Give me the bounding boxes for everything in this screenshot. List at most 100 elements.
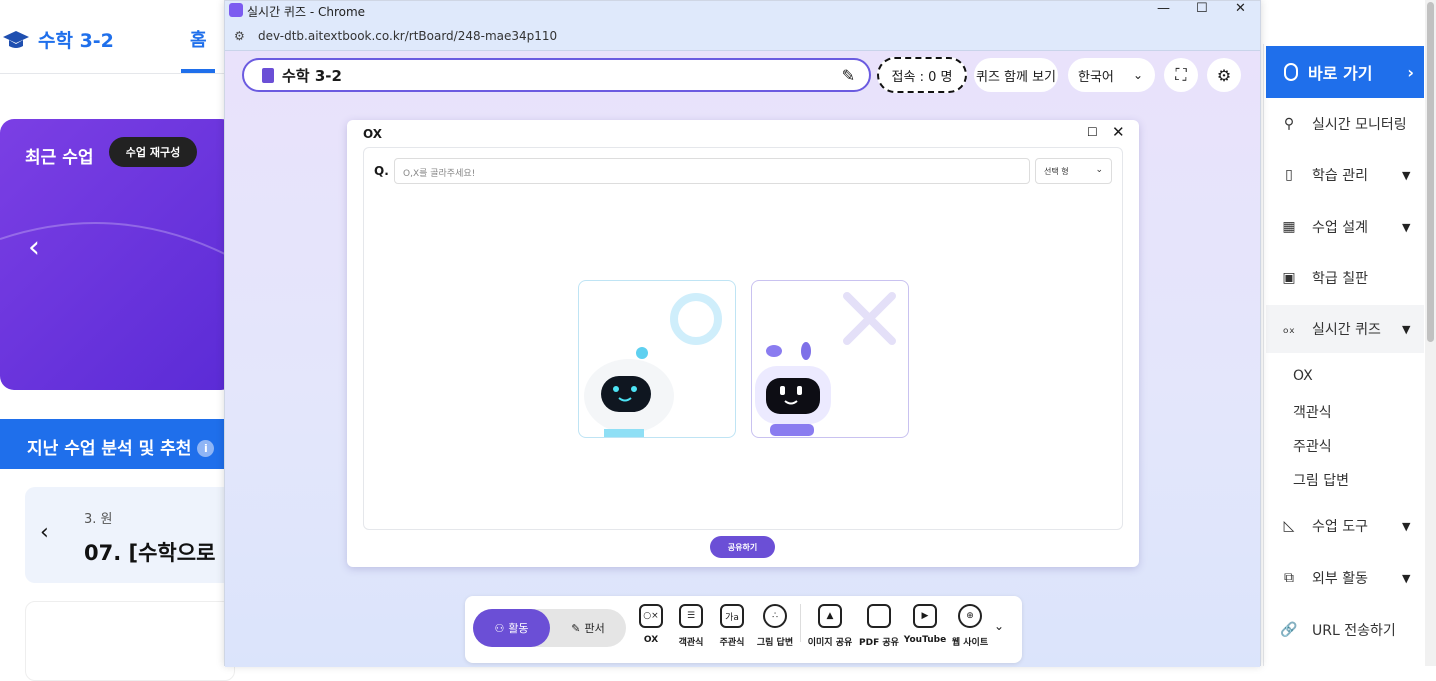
- caret-down-icon: ▼: [1402, 322, 1411, 336]
- person-icon: ⚲: [1283, 116, 1295, 132]
- language-select[interactable]: 한국어 ⌄: [1068, 58, 1155, 92]
- scrollbar-thumb[interactable]: [1427, 2, 1434, 342]
- close-icon[interactable]: ✕: [1235, 1, 1246, 16]
- sidebar-item-label: 실시간 퀴즈: [1312, 322, 1381, 338]
- activity-label: 활동: [508, 622, 529, 635]
- checklist-icon: ☰: [679, 604, 703, 628]
- sidebar-subitem-subjective[interactable]: 주관식: [1293, 436, 1332, 456]
- palette-icon: ∴: [763, 604, 787, 628]
- address-bar[interactable]: dev-dtb.aitextbook.co.kr/rtBoard/248-mae…: [225, 21, 1260, 51]
- lesson-card[interactable]: [25, 487, 235, 583]
- app-icon: [229, 3, 243, 17]
- tab-home[interactable]: 홈: [190, 26, 207, 52]
- sidebar-item-monitoring[interactable]: ⚲ 실시간 모니터링: [1280, 114, 1407, 134]
- tool-youtube[interactable]: ▶ YouTube: [902, 604, 948, 645]
- lesson-title: 07. [수학으로 단: [84, 541, 243, 565]
- globe-icon: ⊕: [958, 604, 982, 628]
- ox-icon: ○×: [639, 604, 663, 628]
- fullscreen-icon[interactable]: ⛶: [1164, 58, 1198, 92]
- title-bar[interactable]: 실시간 퀴즈 - Chrome — ☐ ✕: [225, 1, 1260, 21]
- ruler-icon: ◺: [1283, 518, 1295, 534]
- chevron-down-icon[interactable]: ⌄: [994, 619, 1004, 633]
- class-name: 수학 3-2: [282, 66, 342, 85]
- tool-label: 객관식: [678, 638, 704, 648]
- activity-mode-button[interactable]: ⚇ 활동: [473, 609, 550, 647]
- question-input[interactable]: O,X를 골라주세요!: [394, 158, 1030, 184]
- activity-icon: ⚇: [494, 621, 505, 635]
- calendar-icon: ▦: [1282, 219, 1296, 235]
- board-mode-button[interactable]: ✎ 판서: [550, 609, 626, 647]
- sidebar-item-label: 수업 도구: [1312, 519, 1368, 535]
- sidebar-item-tools[interactable]: ◺ 수업 도구 ▼: [1280, 516, 1411, 536]
- chevron-right-icon: ›: [1407, 62, 1414, 82]
- recent-class-title: 최근 수업: [25, 148, 94, 168]
- tool-label: 웹 사이트: [951, 638, 989, 648]
- goto-label: 바로 가기: [1308, 64, 1373, 83]
- tool-label: PDF 공유: [859, 638, 899, 648]
- tool-pdf-share[interactable]: PDF 공유: [856, 604, 902, 648]
- answer-type-select[interactable]: 선택 형 ⌄: [1035, 158, 1112, 184]
- restructure-class-button[interactable]: 수업 재구성: [109, 137, 197, 167]
- file-icon: [867, 604, 891, 628]
- share-button[interactable]: 공유하기: [710, 536, 775, 558]
- minimize-icon[interactable]: —: [1157, 1, 1170, 16]
- chevron-left-icon[interactable]: ‹: [28, 230, 40, 265]
- lesson-card-secondary: [25, 601, 235, 681]
- external-icon: ⧉: [1284, 570, 1294, 586]
- tool-label: YouTube: [903, 635, 947, 645]
- panel-title: OX: [363, 127, 383, 141]
- caret-down-icon: ▼: [1402, 519, 1411, 533]
- site-info-icon[interactable]: ⚙: [234, 29, 245, 43]
- analysis-title: 지난 수업 분석 및 추천: [27, 439, 192, 459]
- sidebar-item-board[interactable]: ▣ 학급 칠판: [1280, 268, 1368, 288]
- chevron-left-icon[interactable]: ‹: [40, 520, 49, 545]
- text-icon: 가a: [720, 604, 744, 628]
- sidebar-item-label: URL 전송하기: [1312, 623, 1396, 639]
- o-robot-icon: [584, 293, 722, 437]
- pen-icon: ✎: [571, 621, 581, 635]
- info-icon[interactable]: i: [197, 440, 215, 457]
- ox-quiz-panel: OX ☐ ✕ Q. O,X를 골라주세요! 선택 형 ⌄ 공유하기: [347, 120, 1139, 567]
- sidebar-subitem-multiple[interactable]: 객관식: [1293, 402, 1332, 422]
- sidebar-item-quiz[interactable]: ₒₓ 실시간 퀴즈 ▼: [1280, 319, 1410, 339]
- tool-drawing-answer[interactable]: ∴ 그림 답변: [752, 604, 798, 648]
- sidebar-subitem-ox[interactable]: OX: [1293, 368, 1313, 384]
- caret-down-icon: ▼: [1402, 571, 1411, 585]
- sidebar-item-external[interactable]: ⧉ 외부 활동 ▼: [1280, 568, 1410, 588]
- play-icon: ▶: [913, 604, 937, 628]
- sidebar-item-label: 실시간 모니터링: [1312, 117, 1407, 133]
- goto-button[interactable]: 바로 가기 ›: [1266, 46, 1424, 98]
- caret-down-icon: ▼: [1402, 168, 1411, 182]
- tool-website[interactable]: ⊕ 웹 사이트: [947, 604, 993, 648]
- maximize-icon[interactable]: ☐: [1087, 125, 1098, 139]
- chevron-down-icon: ⌄: [1132, 68, 1143, 82]
- edit-icon[interactable]: ✎: [842, 66, 855, 85]
- o-answer-card[interactable]: [578, 280, 736, 438]
- question-label: Q.: [374, 164, 389, 178]
- sidebar-item-learning[interactable]: ▯ 학습 관리 ▼: [1280, 165, 1410, 185]
- graduation-cap-icon: [3, 30, 29, 48]
- sidebar-subitem-drawing[interactable]: 그림 답변: [1293, 470, 1349, 490]
- sidebar-item-url[interactable]: 🔗 URL 전송하기: [1280, 620, 1396, 640]
- toolbar-divider: [800, 604, 801, 642]
- sidebar-item-design[interactable]: ▦ 수업 설계 ▼: [1280, 217, 1410, 237]
- gear-icon[interactable]: ⚙: [1207, 58, 1241, 92]
- connection-count: 접속 : 0 명: [877, 57, 967, 93]
- board-label: 판서: [584, 622, 605, 635]
- x-answer-card[interactable]: [751, 280, 909, 438]
- tool-label: 주관식: [719, 638, 745, 648]
- tool-image-share[interactable]: ▲ 이미지 공유: [807, 604, 853, 648]
- close-icon[interactable]: ✕: [1112, 123, 1125, 141]
- app-logo[interactable]: 수학 3-2: [2, 26, 114, 53]
- sidebar-item-label: 수업 설계: [1312, 220, 1368, 236]
- sidebar-item-label: 외부 활동: [1312, 571, 1368, 587]
- class-name-bar[interactable]: 수학 3-2 ✎: [242, 58, 871, 92]
- sidebar-item-label: 학습 관리: [1312, 168, 1368, 184]
- tool-subjective[interactable]: 가a 주관식: [709, 604, 755, 648]
- quiz-content: 수학 3-2 ✎ 접속 : 0 명 퀴즈 함께 보기 한국어 ⌄ ⛶ ⚙ OX ☐…: [225, 51, 1260, 667]
- maximize-icon[interactable]: ☐: [1196, 1, 1208, 16]
- sidebar-item-label: 학급 칠판: [1312, 271, 1368, 287]
- view-together-button[interactable]: 퀴즈 함께 보기: [974, 58, 1058, 92]
- window-title: 실시간 퀴즈 - Chrome: [247, 4, 366, 19]
- tool-multiple-choice[interactable]: ☰ 객관식: [668, 604, 714, 648]
